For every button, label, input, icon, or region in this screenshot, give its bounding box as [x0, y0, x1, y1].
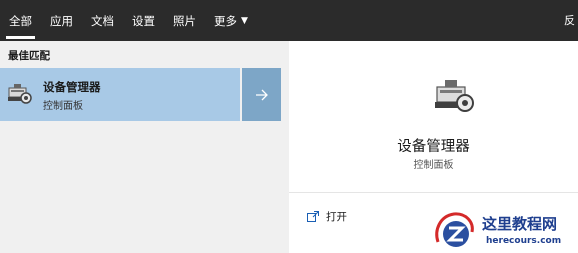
tab-label: 设置: [132, 13, 155, 28]
result-subtitle: 控制面板: [43, 101, 83, 112]
best-match-result[interactable]: 设备管理器 控制面板: [0, 68, 281, 121]
best-match-heading: 最佳匹配: [8, 50, 50, 62]
chevron-down-icon: ▼: [241, 15, 248, 26]
device-manager-icon: [435, 80, 474, 112]
tab-label: 文档: [91, 13, 114, 28]
detail-title: 设备管理器: [397, 139, 470, 155]
divider: [289, 192, 578, 193]
result-item[interactable]: 设备管理器 控制面板: [0, 68, 240, 121]
tab-documents[interactable]: 文档: [82, 0, 123, 41]
scope-tabs: 全部 应用 文档 设置 照片 更多 ▼: [0, 0, 257, 41]
search-scope-tabbar: 全部 应用 文档 设置 照片 更多 ▼ 反: [0, 0, 578, 41]
tab-all[interactable]: 全部: [0, 0, 41, 41]
watermark-url: herecours.com: [486, 236, 562, 246]
results-panel: 最佳匹配 设备管理器 控制面板: [0, 41, 281, 253]
open-action[interactable]: 打开: [307, 209, 347, 224]
open-window-icon: [307, 211, 319, 222]
tab-more[interactable]: 更多 ▼: [205, 0, 257, 41]
site-watermark: 这里教程网 herecours.com: [430, 210, 578, 253]
device-manager-icon: [8, 84, 32, 104]
tab-label: 全部: [9, 13, 32, 28]
open-action-label: 打开: [326, 211, 347, 223]
tab-label: 照片: [173, 13, 196, 28]
tab-apps[interactable]: 应用: [41, 0, 82, 41]
tab-label: 应用: [50, 13, 73, 28]
detail-subtitle: 控制面板: [413, 160, 454, 171]
result-title: 设备管理器: [43, 80, 101, 94]
expand-details-button[interactable]: [242, 68, 281, 121]
arrow-right-icon: [255, 89, 268, 100]
topbar-right-text[interactable]: 反: [564, 12, 578, 28]
tab-label: 更多: [214, 13, 237, 28]
tab-settings[interactable]: 设置: [123, 0, 164, 41]
watermark-text: 这里教程网: [482, 215, 558, 233]
watermark-logo-icon: [435, 212, 474, 247]
tab-photos[interactable]: 照片: [164, 0, 205, 41]
